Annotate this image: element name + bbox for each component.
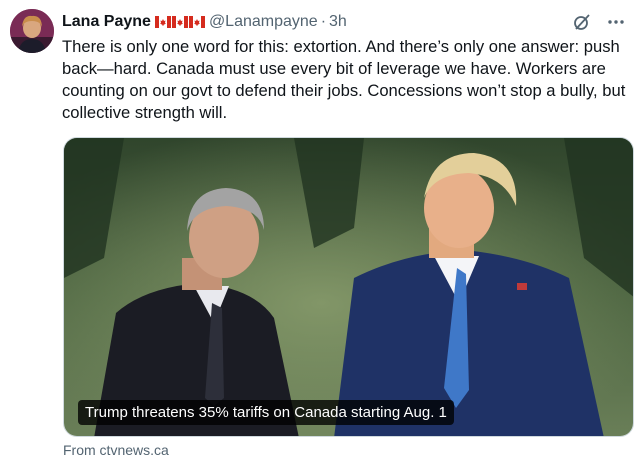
media-caption: Trump threatens 35% tariffs on Canada st… xyxy=(78,400,454,425)
timestamp[interactable]: 3h xyxy=(329,13,347,31)
avatar-image xyxy=(10,9,54,53)
media-card[interactable] xyxy=(63,137,634,437)
canada-flag-icon xyxy=(188,16,205,28)
separator-dot: · xyxy=(320,13,327,30)
author-handle[interactable]: @Lanampayne xyxy=(209,13,318,31)
news-photo xyxy=(64,138,633,436)
tweet-header: Lana Payne @Lanampayne · 3h xyxy=(62,11,628,33)
tweet-text: There is only one word for this: extorti… xyxy=(62,37,626,122)
flag-emojis xyxy=(154,16,205,28)
link-source[interactable]: From ctvnews.ca xyxy=(63,442,169,458)
avatar[interactable] xyxy=(10,9,54,53)
more-icon[interactable] xyxy=(606,12,626,32)
author-name[interactable]: Lana Payne xyxy=(62,13,151,31)
canada-flag-icon xyxy=(154,16,171,28)
canada-flag-icon xyxy=(171,16,188,28)
grok-icon[interactable] xyxy=(572,12,592,32)
tweet-actions xyxy=(572,11,626,33)
